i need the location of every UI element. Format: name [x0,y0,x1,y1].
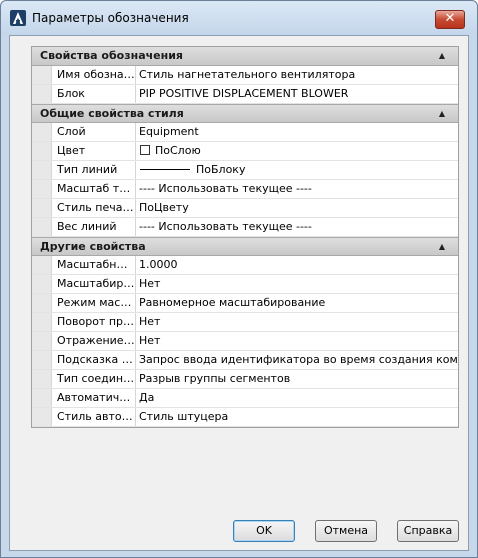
help-button[interactable]: Справка [397,520,459,542]
property-name: Слой [52,123,136,141]
property-name: Автоматичес... [52,389,136,407]
property-row[interactable]: Цвет ПоСлою [32,142,458,161]
property-value-color[interactable]: ПоСлою [136,142,458,160]
property-row[interactable]: Масштабны... 1.0000 [32,256,458,275]
property-name: Вес линий [52,218,136,236]
linetype-value-text: ПоБлоку [196,163,246,176]
property-name: Режим масш... [52,294,136,312]
section-title: Общие свойства стиля [40,107,184,120]
property-row[interactable]: Масштабиро... Нет [32,275,458,294]
property-row[interactable]: Подсказка ид... Запрос ввода идентификат… [32,351,458,370]
property-value[interactable]: Равномерное масштабирование [136,294,458,312]
app-icon [10,10,26,26]
property-name: Тип линий [52,161,136,179]
property-row[interactable]: Имя обознач... Стиль нагнетательного вен… [32,66,458,85]
section-header-symbol-properties[interactable]: Свойства обозначения ▲ [32,47,458,66]
property-value[interactable]: Equipment [136,123,458,141]
property-grid: Свойства обозначения ▲ Имя обознач... Ст… [31,46,459,428]
row-gutter [32,332,52,350]
property-value[interactable]: Нет [136,313,458,331]
property-name: Тип соедине... [52,370,136,388]
property-value[interactable]: ---- Использовать текущее ---- [136,180,458,198]
property-value[interactable]: Нет [136,275,458,293]
property-name: Подсказка ид... [52,351,136,369]
row-gutter [32,370,52,388]
property-name: Цвет [52,142,136,160]
row-gutter [32,351,52,369]
property-name: Блок [52,85,136,103]
property-value[interactable]: Нет [136,332,458,350]
property-name: Поворот при... [52,313,136,331]
row-gutter [32,142,52,160]
property-row[interactable]: Вес линий ---- Использовать текущее ---- [32,218,458,237]
property-value[interactable]: Стиль нагнетательного вентилятора [136,66,458,84]
property-row[interactable]: Тип соедине... Разрыв группы сегментов [32,370,458,389]
close-button[interactable]: ✕ [435,10,465,29]
color-value-text: ПоСлою [155,144,201,157]
property-value[interactable]: ---- Использовать текущее ---- [136,218,458,236]
property-value-linetype[interactable]: ПоБлоку [136,161,458,179]
property-value[interactable]: Запрос ввода идентификатора во время соз… [136,351,458,369]
ok-button[interactable]: OK [233,520,295,542]
section-header-general-style-properties[interactable]: Общие свойства стиля ▲ [32,104,458,123]
property-name: Масштабны... [52,256,136,274]
property-row[interactable]: Слой Equipment [32,123,458,142]
property-value[interactable]: Стиль штуцера [136,408,458,426]
row-gutter [32,275,52,293]
property-name: Стиль автом... [52,408,136,426]
row-gutter [32,256,52,274]
property-name: Масштабиро... [52,275,136,293]
row-gutter [32,294,52,312]
property-name: Отражение п... [52,332,136,350]
property-row[interactable]: Блок PIP POSITIVE DISPLACEMENT BLOWER [32,85,458,104]
section-title: Свойства обозначения [40,49,183,62]
row-gutter [32,218,52,236]
row-gutter [32,123,52,141]
property-value[interactable]: Разрыв группы сегментов [136,370,458,388]
property-row[interactable]: Тип линий ПоБлоку [32,161,458,180]
property-value[interactable]: Да [136,389,458,407]
row-gutter [32,313,52,331]
linetype-sample-icon [140,169,190,170]
property-value[interactable]: ПоЦвету [136,199,458,217]
row-gutter [32,161,52,179]
property-row[interactable]: Режим масш... Равномерное масштабировани… [32,294,458,313]
property-name: Имя обознач... [52,66,136,84]
row-gutter [32,85,52,103]
property-value[interactable]: PIP POSITIVE DISPLACEMENT BLOWER [136,85,458,103]
property-row[interactable]: Поворот при... Нет [32,313,458,332]
row-gutter [32,199,52,217]
section-header-other-properties[interactable]: Другие свойства ▲ [32,237,458,256]
dialog-title: Параметры обозначения [32,11,189,25]
color-swatch-icon [140,145,150,155]
property-row[interactable]: Стиль печати ПоЦвету [32,199,458,218]
property-name: Стиль печати [52,199,136,217]
row-gutter [32,408,52,426]
title-bar[interactable]: Параметры обозначения ✕ [1,1,477,35]
property-row[interactable]: Стиль автом... Стиль штуцера [32,408,458,427]
collapse-icon[interactable]: ▲ [439,109,445,119]
row-gutter [32,180,52,198]
dialog-window: Параметры обозначения ✕ Свойства обознач… [0,0,478,558]
collapse-icon[interactable]: ▲ [439,51,445,61]
row-gutter [32,66,52,84]
row-gutter [32,389,52,407]
property-value[interactable]: 1.0000 [136,256,458,274]
property-row[interactable]: Масштаб ти... ---- Использовать текущее … [32,180,458,199]
collapse-icon[interactable]: ▲ [439,242,445,252]
cancel-button[interactable]: Отмена [315,520,377,542]
property-name: Масштаб ти... [52,180,136,198]
section-title: Другие свойства [40,240,146,253]
property-row[interactable]: Автоматичес... Да [32,389,458,408]
property-row[interactable]: Отражение п... Нет [32,332,458,351]
